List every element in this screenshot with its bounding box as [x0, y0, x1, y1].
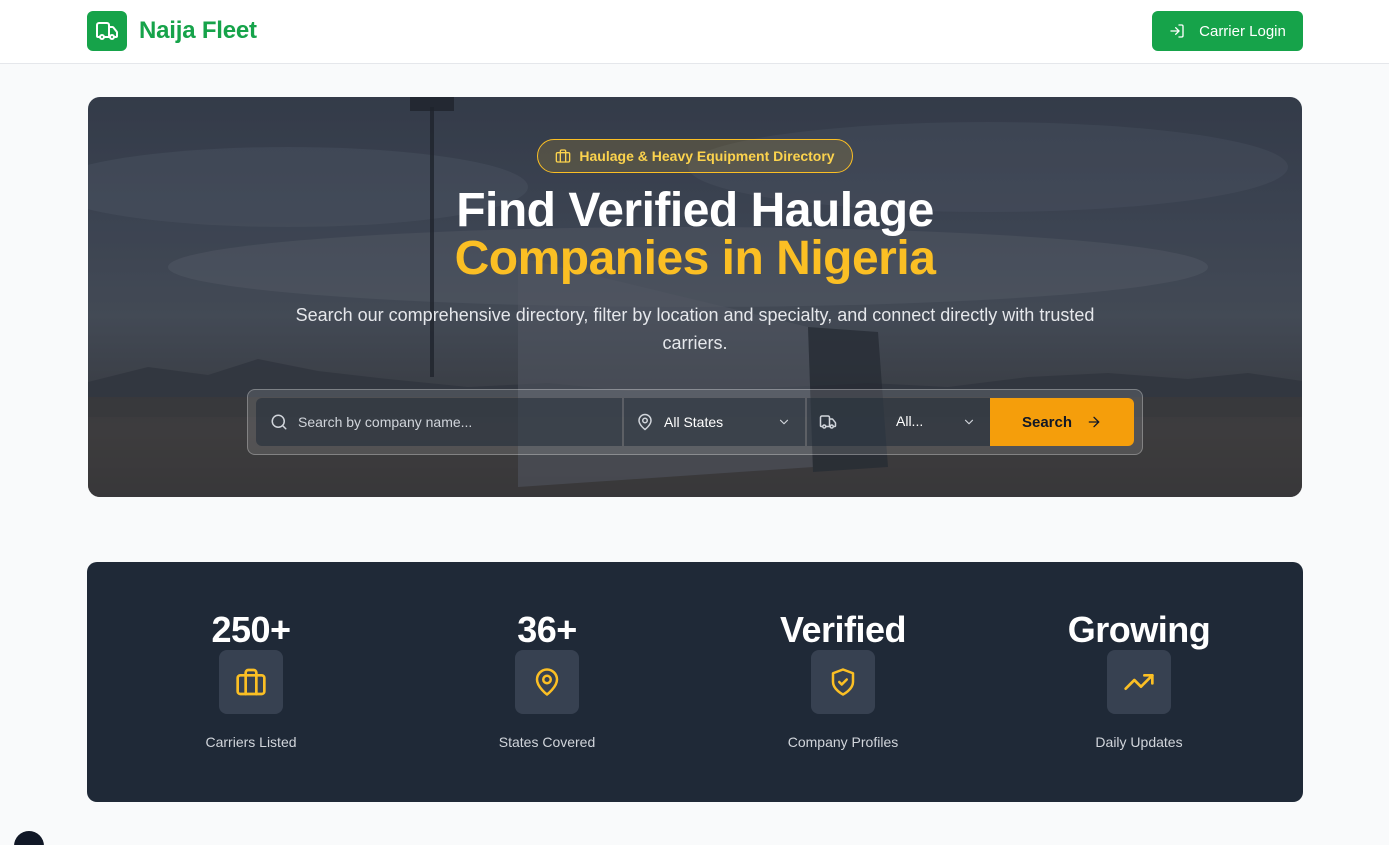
- stat-label: Daily Updates: [1095, 734, 1183, 750]
- badge-label: Haulage & Heavy Equipment Directory: [579, 148, 835, 164]
- stat-value: Growing: [1067, 609, 1211, 650]
- brand-name: Naija Fleet: [139, 17, 257, 44]
- search-button-label: Search: [1021, 413, 1073, 431]
- stat-growing: Growing Daily Updates: [991, 609, 1287, 751]
- hero-subtitle: Search our comprehensive directory, filt…: [295, 305, 1095, 353]
- stat-verified: Verified Company Profiles: [695, 609, 991, 751]
- truck-logo-icon: [87, 11, 127, 51]
- state-select[interactable]: All States: [624, 398, 805, 446]
- search-icon: [271, 414, 287, 430]
- stats-panel: 250+ Carriers Listed 36+ States Covered …: [87, 562, 1303, 802]
- state-select-value: All States: [664, 414, 724, 430]
- stat-label: Carriers Listed: [205, 734, 297, 750]
- briefcase-icon: [556, 149, 571, 163]
- stat-carriers: 250+ Carriers Listed: [103, 609, 399, 751]
- brand-link[interactable]: Naija Fleet: [87, 11, 257, 51]
- arrow-right-icon: [1088, 416, 1100, 428]
- chevron-down-icon: [964, 419, 974, 425]
- stat-value: 36+: [517, 609, 577, 650]
- directory-badge: Haulage & Heavy Equipment Directory: [537, 139, 853, 173]
- stat-states: 36+ States Covered: [399, 609, 695, 751]
- search-button[interactable]: Search: [990, 398, 1134, 446]
- equipment-type-select[interactable]: All...: [807, 398, 990, 446]
- truck-icon: [819, 415, 837, 429]
- carrier-login-label: Carrier Login: [1199, 22, 1286, 40]
- log-in-icon: [1170, 24, 1184, 38]
- top-nav-bar: Naija Fleet Carrier Login: [0, 0, 1389, 64]
- company-search-field[interactable]: [256, 398, 622, 446]
- floating-action-button[interactable]: [14, 831, 44, 845]
- map-pin-icon: [515, 650, 579, 714]
- company-search-input[interactable]: [298, 414, 598, 430]
- chevron-down-icon: [779, 419, 789, 425]
- shield-check-icon: [811, 650, 875, 714]
- search-bar: All States All... Search: [247, 389, 1143, 455]
- carrier-login-button[interactable]: Carrier Login: [1152, 11, 1303, 51]
- map-pin-icon: [638, 413, 652, 431]
- hero-section: Haulage & Heavy Equipment Directory Find…: [88, 97, 1302, 497]
- trending-up-icon: [1107, 650, 1171, 714]
- stat-label: Company Profiles: [787, 734, 899, 750]
- hero-title-line2: Companies in Nigeria: [454, 232, 936, 285]
- stat-value: Verified: [779, 609, 907, 650]
- hero-title: Find Verified Haulage Companies in Niger…: [88, 187, 1302, 283]
- briefcase-icon: [219, 650, 283, 714]
- equipment-type-value: All...: [896, 413, 924, 429]
- hero-title-line1: Find Verified Haulage: [456, 184, 934, 237]
- stat-value: 250+: [211, 609, 291, 650]
- stat-label: States Covered: [498, 734, 596, 750]
